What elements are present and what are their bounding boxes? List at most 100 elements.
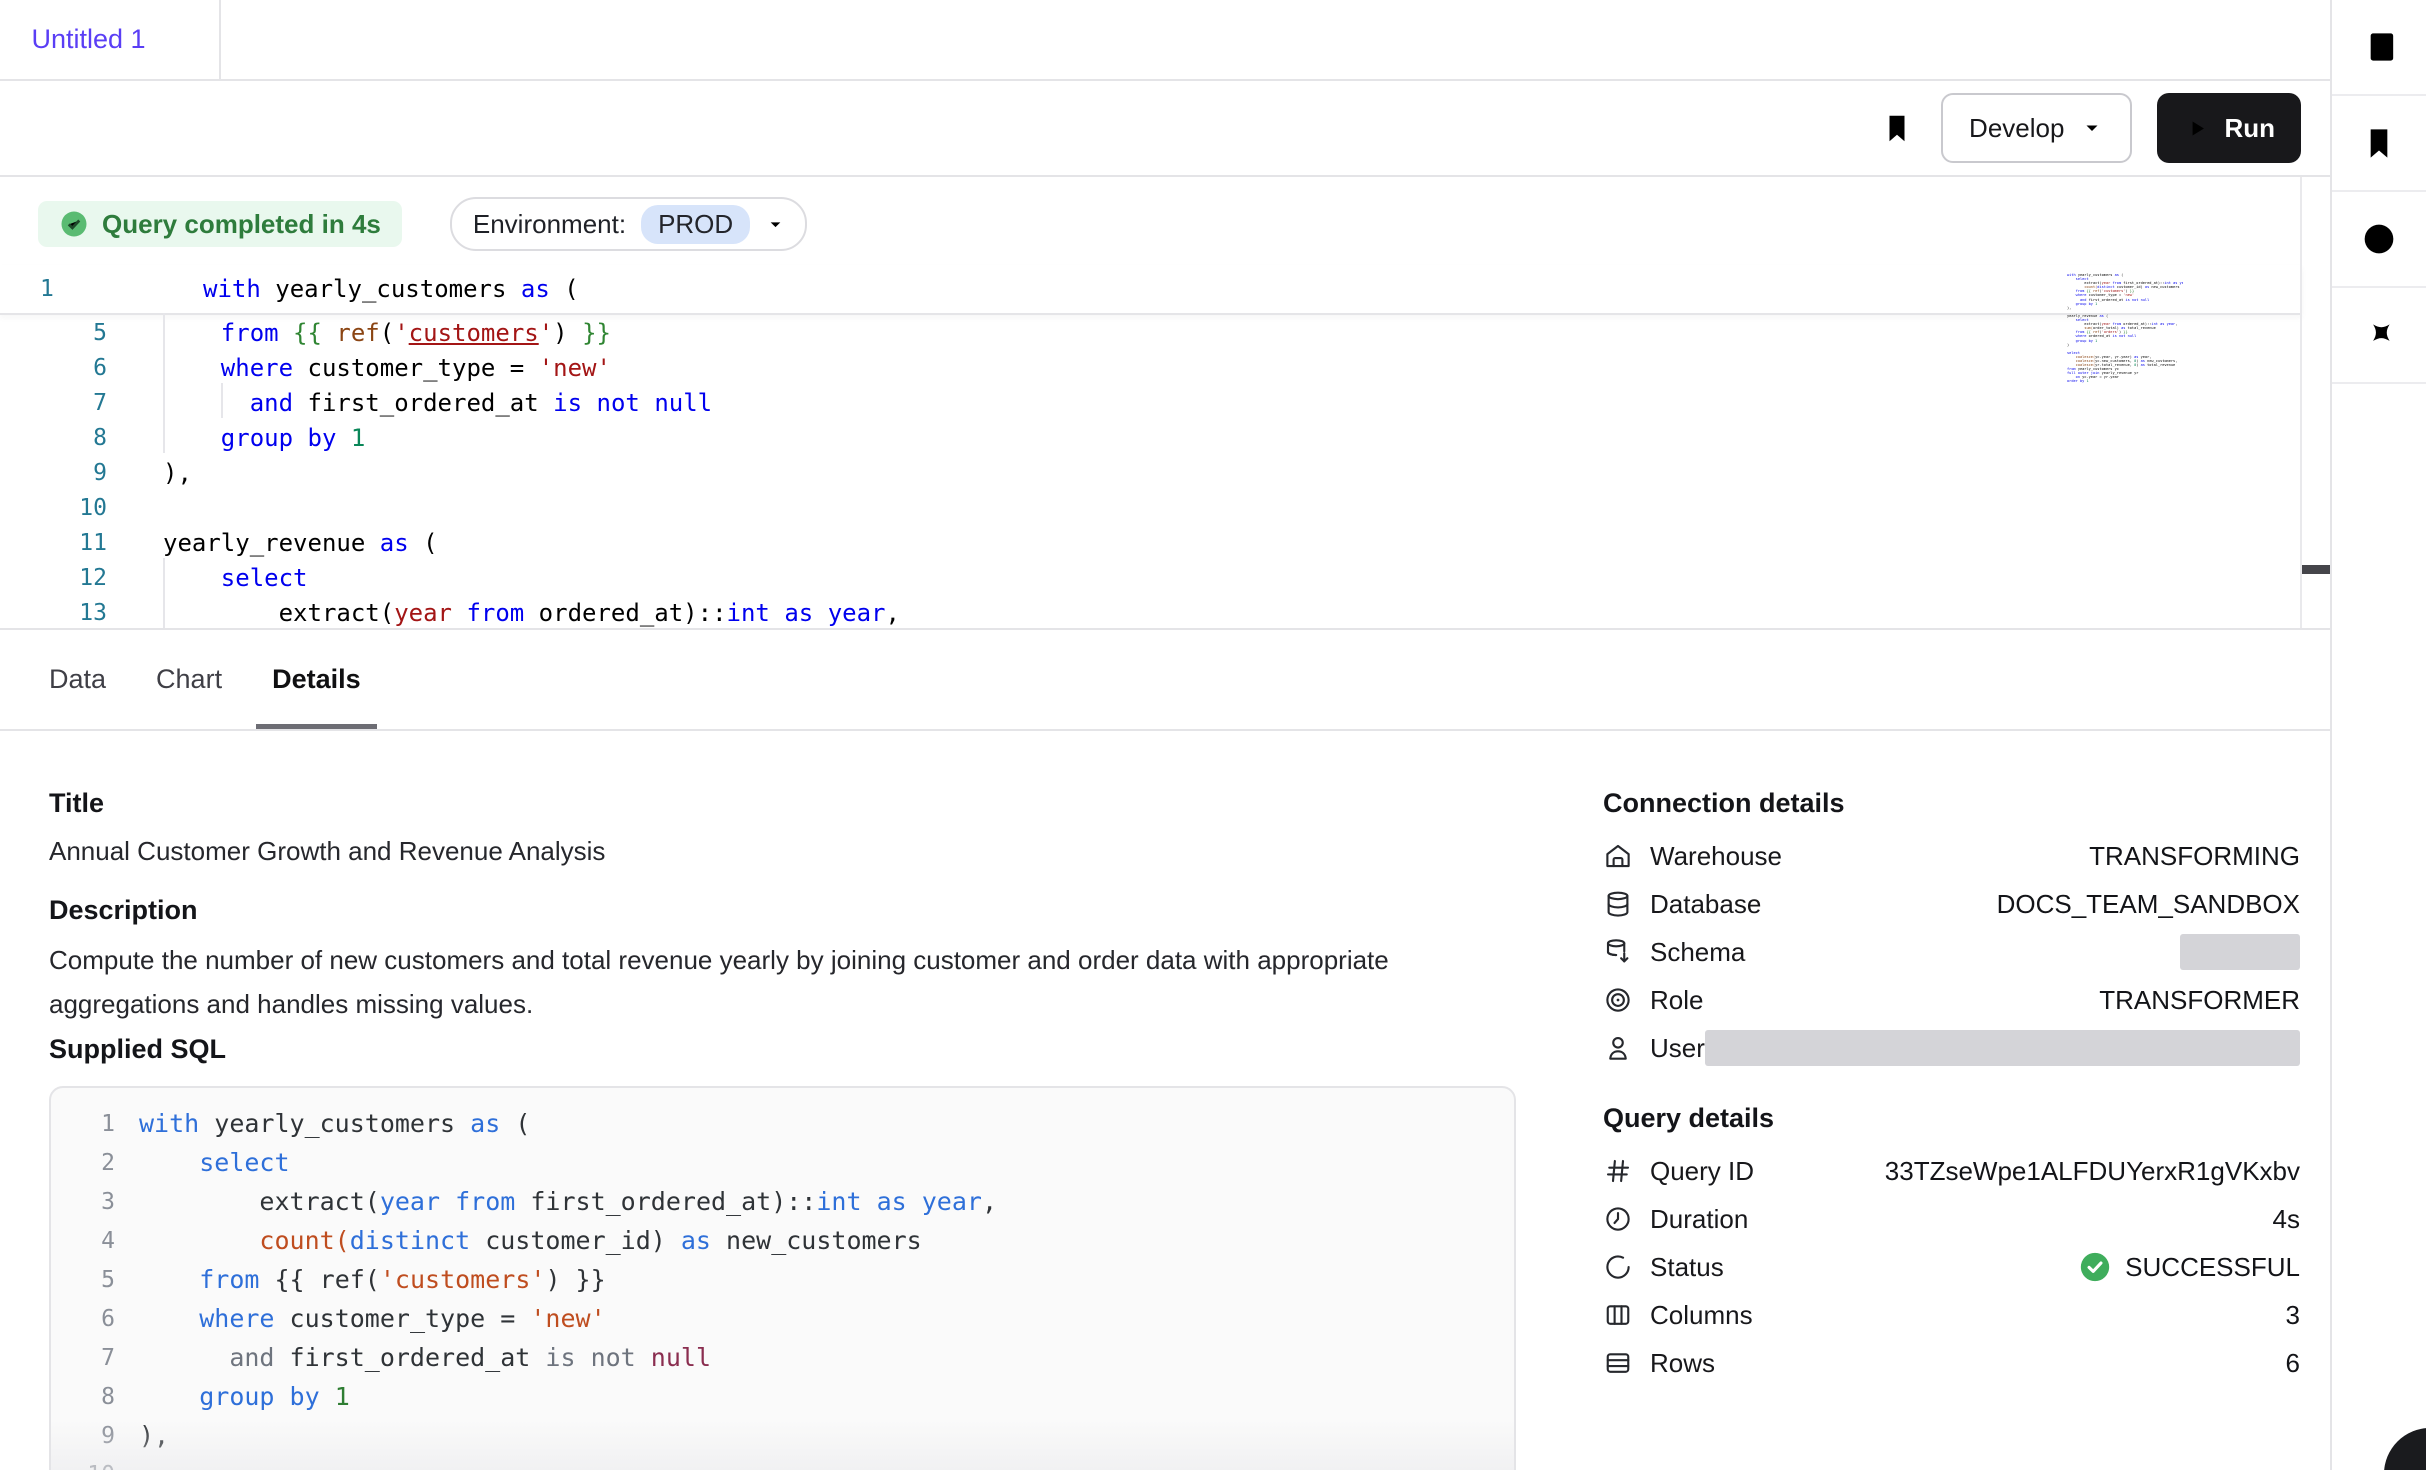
code-line: 11yearly_revenue as ( [0, 525, 2302, 560]
play-icon [2183, 115, 2210, 142]
code-lines: 5 from {{ ref('customers') }}6 where cus… [0, 315, 2302, 630]
develop-label: Develop [1969, 113, 2064, 144]
line-number: 4 [73, 1228, 115, 1254]
editor-scrollbar[interactable] [2300, 177, 2330, 628]
success-check-icon [2078, 1250, 2112, 1284]
app-window: Untitled 1 Develop [0, 0, 2426, 1470]
line-number: 1 [0, 276, 147, 302]
close-icon[interactable] [162, 27, 188, 53]
code-line: 2 select [73, 1143, 1514, 1182]
connection-details-heading: Connection details [1603, 788, 2300, 819]
detail-row-query-id: Query ID33TZseWpe1ALFDUYerxR1gVKxbv [1603, 1147, 2300, 1195]
redacted-value [2180, 934, 2300, 970]
columns-icon [1603, 1300, 1633, 1330]
redacted-value [1705, 1030, 2300, 1066]
sticky-code-line[interactable]: 1with yearly_customers as ( [0, 265, 2302, 315]
line-number: 11 [0, 530, 107, 556]
tab-chart[interactable]: Chart [156, 630, 222, 729]
detail-value: TRANSFORMER [2099, 985, 2300, 1016]
detail-label: Duration [1650, 1204, 1748, 1235]
bookmark-icon [2359, 123, 2399, 163]
chevron-down-icon [2080, 116, 2104, 140]
code-line: 10 [0, 490, 2302, 525]
develop-dropdown[interactable]: Develop [1941, 93, 2132, 163]
code-line: 9), [0, 455, 2302, 490]
tab-details[interactable]: Details [272, 630, 361, 729]
detail-value: 4s [2273, 1204, 2300, 1235]
warehouse-icon [1603, 841, 1633, 871]
plus-icon [245, 25, 275, 55]
description-heading: Description [49, 895, 1516, 926]
code-line: 9), [73, 1416, 1514, 1455]
code-line: 6 where customer_type = 'new' [0, 350, 2302, 385]
rows-icon [1603, 1348, 1633, 1378]
indent-guide [163, 558, 165, 628]
code-line: 10 [73, 1455, 1514, 1470]
detail-value: DOCS_TEAM_SANDBOX [1997, 889, 2300, 920]
rail-history-button[interactable] [2332, 192, 2426, 288]
rail-notebook-button[interactable] [2332, 0, 2426, 96]
tab-bar: Untitled 1 [0, 0, 2330, 81]
status-row: Query completed in 4s Environment: PROD [38, 197, 807, 251]
details-right-column: Connection details WarehouseTRANSFORMING… [1603, 731, 2300, 1387]
minimap-lines: with yearly_customers as ( select extrac… [2067, 273, 2183, 384]
tab-untitled-1[interactable]: Untitled 1 [0, 0, 221, 79]
scrollbar-thumb[interactable] [2302, 565, 2330, 574]
line-number: 7 [73, 1345, 115, 1371]
detail-row-user: User [1603, 1024, 2300, 1072]
details-left-column: Title Annual Customer Growth and Revenue… [49, 731, 1516, 1470]
main-area: Untitled 1 Develop [0, 0, 2330, 1470]
hash-icon [1603, 1156, 1633, 1186]
code-area[interactable]: 1with yearly_customers as ( 5 from {{ re… [0, 265, 2302, 630]
line-number: 13 [0, 600, 107, 626]
environment-selector[interactable]: Environment: PROD [450, 197, 807, 251]
detail-row-status: Status SUCCESSFUL [1603, 1243, 2300, 1291]
detail-row-duration: Duration 4s [1603, 1195, 2300, 1243]
query-status-text: Query completed in 4s [102, 209, 381, 240]
detail-label: Query ID [1650, 1156, 1754, 1187]
query-status-badge: Query completed in 4s [38, 201, 402, 247]
line-number: 10 [73, 1462, 115, 1470]
detail-label: Rows [1650, 1348, 1715, 1379]
rail-bookmark-button[interactable] [2332, 96, 2426, 192]
loader-icon [1603, 1252, 1633, 1282]
line-number: 6 [73, 1306, 115, 1332]
line-number: 8 [73, 1384, 115, 1410]
detail-value: SUCCESSFUL [2125, 1252, 2300, 1283]
check-circle-icon [59, 209, 89, 239]
description-value: Compute the number of new customers and … [49, 938, 1449, 1026]
code-line: 1with yearly_customers as ( [73, 1104, 1514, 1143]
supplied-sql-card: 1with yearly_customers as (2 select3 ext… [49, 1086, 1516, 1470]
run-button[interactable]: Run [2157, 93, 2301, 163]
sql-editor[interactable]: Query completed in 4s Environment: PROD … [0, 177, 2330, 630]
bookmark-button[interactable] [1867, 98, 1927, 158]
minimap[interactable]: with yearly_customers as ( select extrac… [2067, 273, 2183, 393]
detail-label: Warehouse [1650, 841, 1782, 872]
code-line: 12 select [0, 560, 2302, 595]
right-rail [2330, 0, 2426, 1470]
line-number: 10 [0, 495, 107, 521]
detail-row-columns: Columns3 [1603, 1291, 2300, 1339]
status-value: SUCCESSFUL [2078, 1250, 2300, 1284]
line-number: 1 [73, 1111, 115, 1137]
history-clock-icon [2359, 219, 2399, 259]
title-value: Annual Customer Growth and Revenue Analy… [49, 836, 1516, 866]
code-line: 8 group by 1 [0, 420, 2302, 455]
code-line: 5 from {{ ref('customers') }} [73, 1260, 1514, 1299]
clock-icon [1603, 1204, 1633, 1234]
supplied-sql-lines: 1with yearly_customers as (2 select3 ext… [73, 1104, 1514, 1470]
connection-rows: WarehouseTRANSFORMINGDatabaseDOCS_TEAM_S… [1603, 832, 2300, 1072]
new-tab-button[interactable] [221, 0, 299, 79]
code-line: 7 and first_ordered_at is not null [73, 1338, 1514, 1377]
tab-data[interactable]: Data [49, 630, 106, 729]
detail-label: Columns [1650, 1300, 1753, 1331]
detail-row-warehouse: WarehouseTRANSFORMING [1603, 832, 2300, 880]
toolbar: Develop Run [0, 81, 2330, 177]
rail-ai-assist-button[interactable] [2332, 288, 2426, 384]
detail-value: 6 [2286, 1348, 2300, 1379]
detail-label: Status [1650, 1252, 1724, 1283]
code-line: 13 extract(year from ordered_at)::int as… [0, 595, 2302, 630]
line-number: 6 [0, 355, 107, 381]
line-number: 9 [0, 460, 107, 486]
line-number: 12 [0, 565, 107, 591]
